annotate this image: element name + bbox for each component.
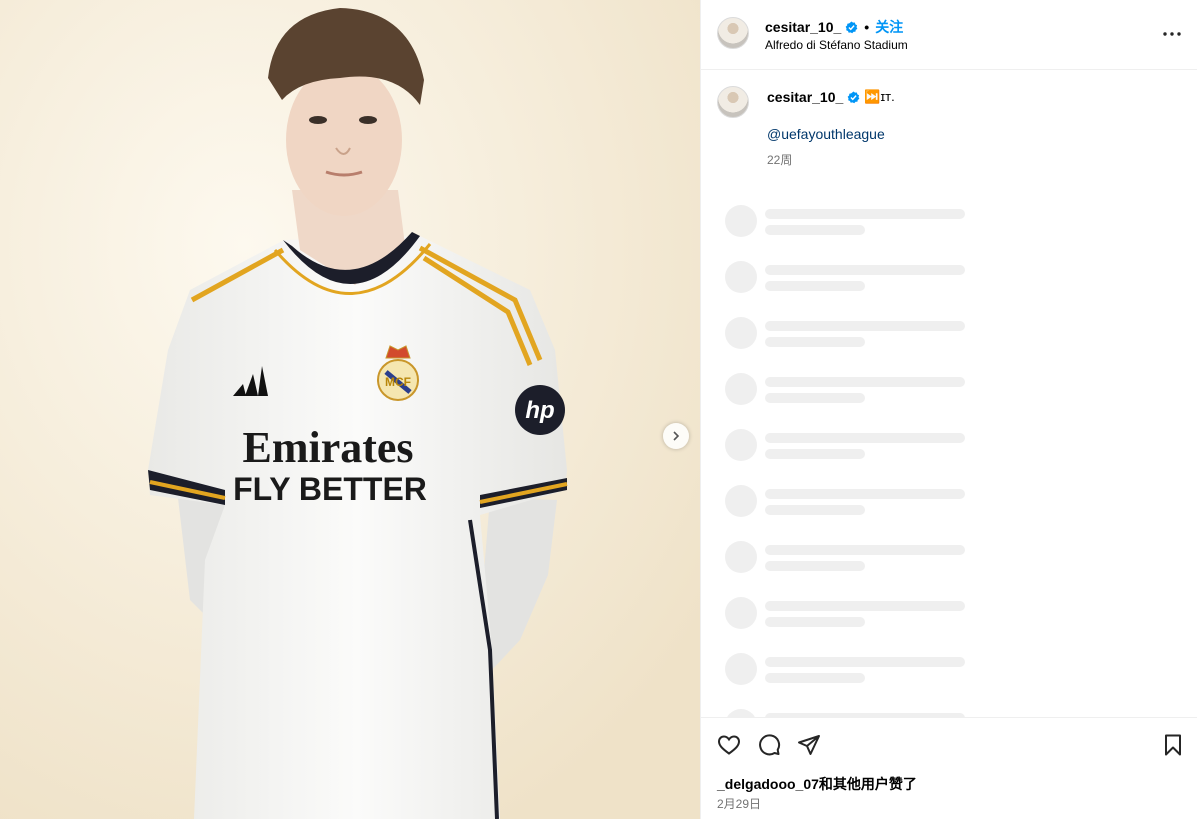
post-date[interactable]: 2月29日	[717, 795, 761, 812]
caption-mention-link[interactable]: @uefayouthleague	[767, 126, 885, 142]
comment-icon	[759, 734, 781, 756]
post-header: cesitar_10_ • 关注 Alfredo di Stéfano Stad…	[701, 0, 1197, 70]
next-photo-button[interactable]	[663, 423, 689, 449]
post-location[interactable]: Alfredo di Stéfano Stadium	[765, 38, 908, 52]
comment-skeleton-row	[725, 541, 1175, 597]
skeleton-avatar	[725, 597, 757, 629]
skeleton-line	[765, 601, 965, 611]
skeleton-line	[765, 449, 865, 459]
skeleton-line	[765, 225, 865, 235]
comment-skeleton-row	[725, 317, 1175, 373]
author-avatar[interactable]	[717, 17, 749, 49]
comment-skeleton-row	[725, 373, 1175, 429]
skeleton-line	[765, 545, 965, 555]
more-options-button[interactable]	[1162, 24, 1182, 44]
send-icon	[798, 735, 820, 755]
skeleton-line	[765, 561, 865, 571]
comment-button[interactable]	[757, 733, 783, 759]
skeleton-avatar	[725, 653, 757, 685]
post-side-panel: cesitar_10_ • 关注 Alfredo di Stéfano Stad…	[700, 0, 1197, 819]
follow-button[interactable]: 关注	[875, 17, 903, 37]
comment-skeleton-row	[725, 261, 1175, 317]
skeleton-line	[765, 209, 965, 219]
comments-loading	[725, 205, 1175, 718]
skeleton-line	[765, 281, 865, 291]
comment-skeleton-row	[725, 429, 1175, 485]
verified-badge-icon	[847, 90, 860, 103]
caption-avatar[interactable]	[717, 86, 749, 118]
skeleton-avatar	[725, 205, 757, 237]
heart-icon	[717, 735, 741, 755]
sponsor-line-2: FLY BETTER	[233, 471, 427, 507]
comment-skeleton-row	[725, 653, 1175, 709]
skeleton-line	[765, 673, 865, 683]
skeleton-line	[765, 489, 965, 499]
comment-skeleton-row	[725, 597, 1175, 653]
chevron-right-icon	[673, 431, 680, 441]
sponsor-line-1: Emirates	[242, 423, 413, 472]
skeleton-line	[765, 265, 965, 275]
hp-logo: hp	[515, 385, 565, 435]
caption-text: ⏭️ɪᴛ.	[864, 89, 895, 104]
skeleton-avatar	[725, 485, 757, 517]
svg-text:hp: hp	[525, 397, 554, 424]
bookmark-icon	[1165, 734, 1181, 756]
skeleton-line	[765, 433, 965, 443]
skeleton-line	[765, 337, 865, 347]
skeleton-avatar	[725, 317, 757, 349]
caption-username[interactable]: cesitar_10_	[767, 89, 843, 105]
skeleton-line	[765, 505, 865, 515]
separator-dot: •	[864, 19, 870, 35]
svg-text:MCF: MCF	[385, 375, 411, 389]
verified-badge-icon	[845, 20, 858, 33]
skeleton-avatar	[725, 261, 757, 293]
action-bar: _delgadooo_07和其他用户赞了 2月29日	[701, 717, 1197, 819]
comment-skeleton-row	[725, 485, 1175, 541]
more-options-icon	[1163, 32, 1181, 36]
author-username[interactable]: cesitar_10_	[765, 19, 841, 35]
skeleton-avatar	[725, 541, 757, 573]
player-photo: MCF hp Emirates FLY BETTER	[0, 0, 700, 819]
comment-skeleton-row	[725, 205, 1175, 261]
skeleton-line	[765, 377, 965, 387]
skeleton-line	[765, 617, 865, 627]
share-button[interactable]	[797, 733, 823, 759]
skeleton-line	[765, 657, 965, 667]
skeleton-avatar	[725, 429, 757, 461]
likes-summary[interactable]: _delgadooo_07和其他用户赞了	[717, 774, 917, 794]
skeleton-line	[765, 393, 865, 403]
skeleton-line	[765, 321, 965, 331]
skeleton-avatar	[725, 373, 757, 405]
caption-time[interactable]: 22周	[767, 151, 792, 168]
like-button[interactable]	[717, 733, 743, 759]
save-button[interactable]	[1161, 733, 1187, 759]
post-photo: MCF hp Emirates FLY BETTER	[0, 0, 700, 819]
